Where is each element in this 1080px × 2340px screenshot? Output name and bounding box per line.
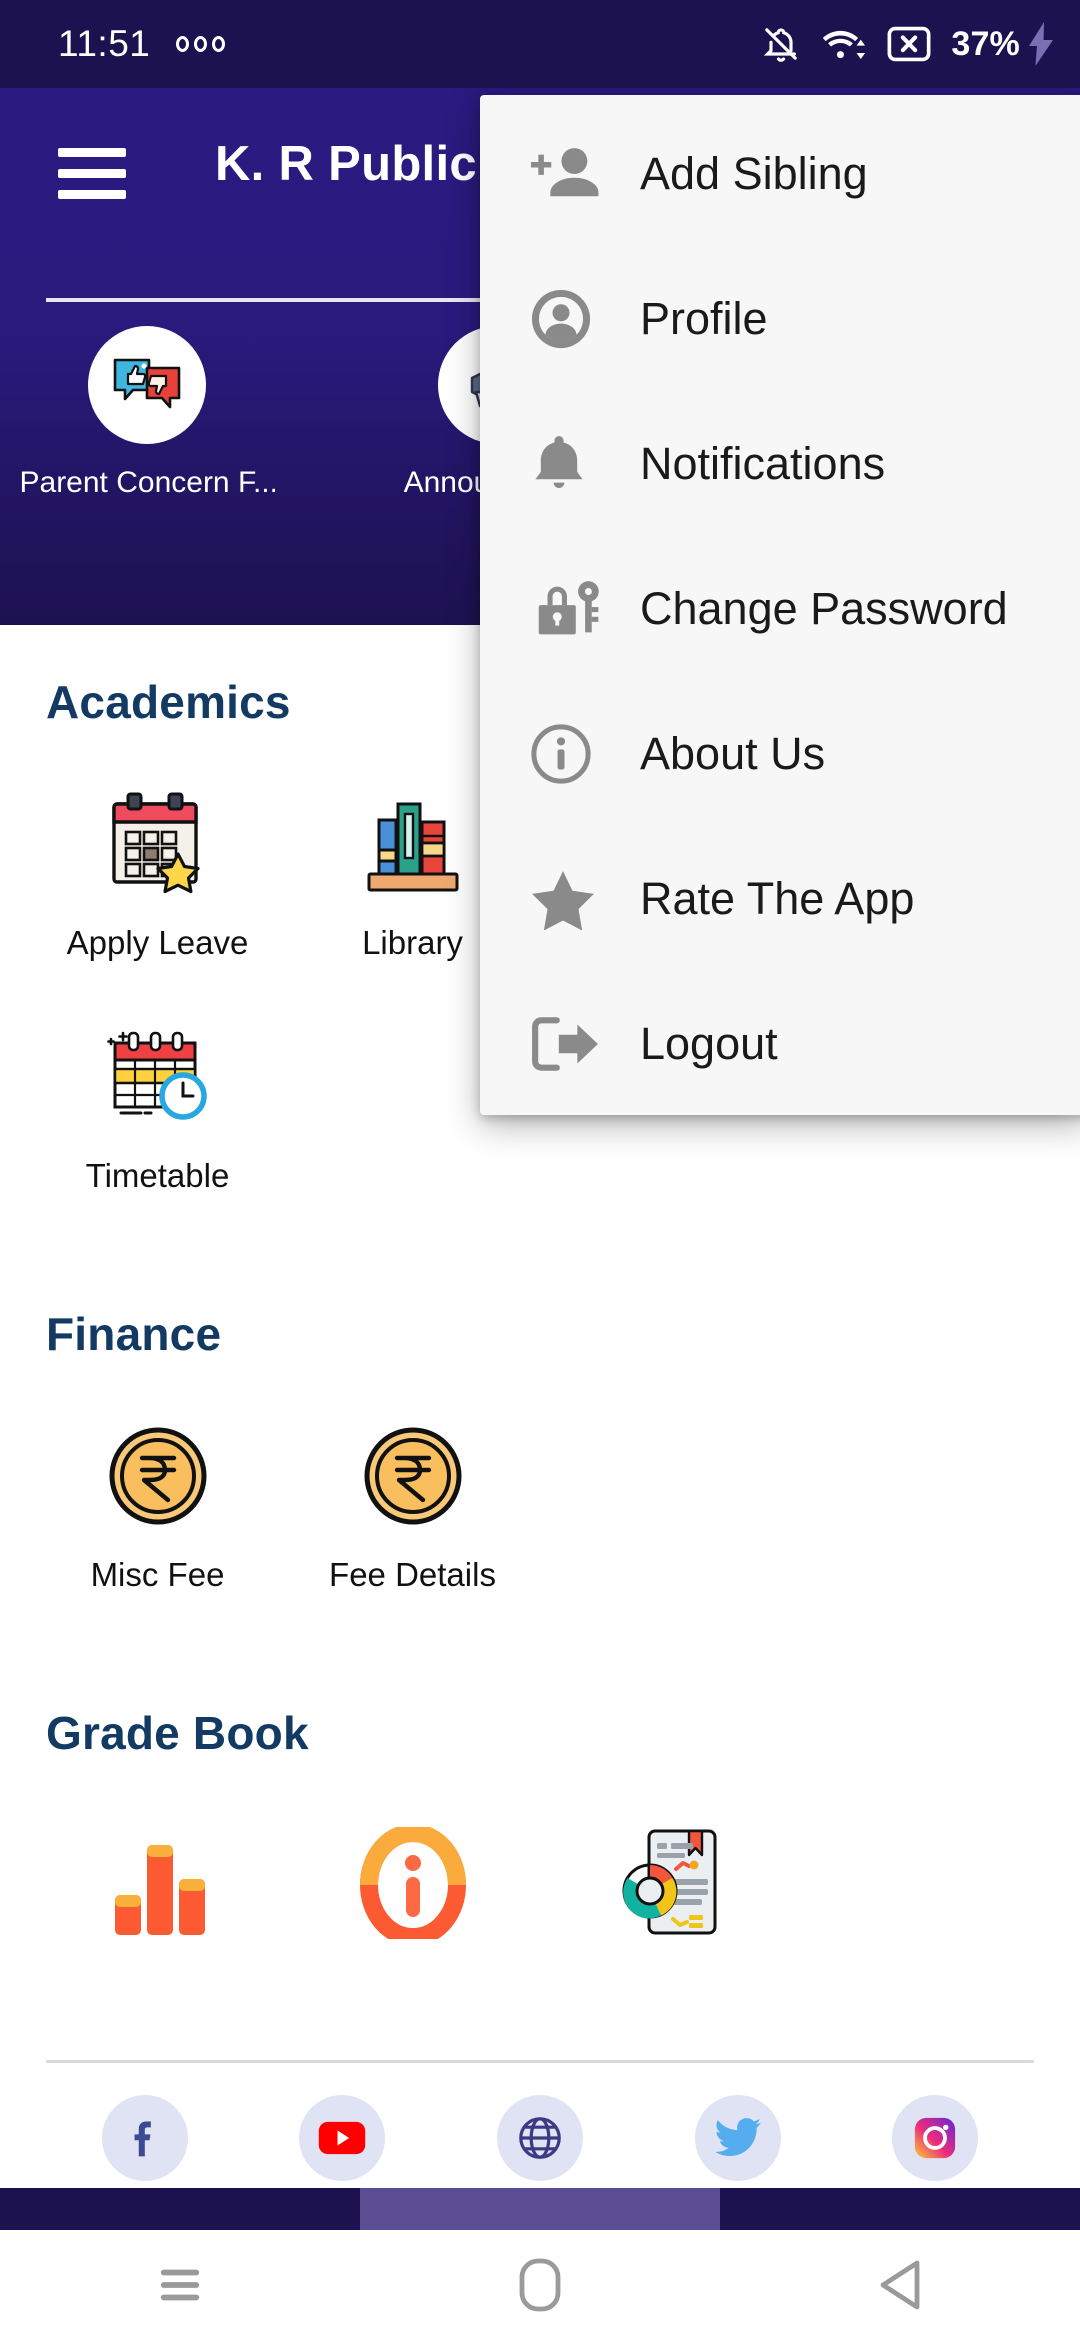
info-circle-orange-icon bbox=[353, 1823, 473, 1943]
menu-item-label: Notifications bbox=[640, 437, 886, 489]
overflow-menu: Add Sibling Profile Notifications Change… bbox=[480, 95, 1080, 1115]
calendar-clock-icon bbox=[98, 1017, 218, 1137]
grid-item-grade-report[interactable] bbox=[540, 1823, 795, 1963]
person-add-icon bbox=[530, 143, 622, 205]
info-circle-icon bbox=[530, 723, 622, 785]
home-icon[interactable] bbox=[480, 2230, 600, 2340]
star-icon bbox=[530, 868, 622, 930]
menu-item-label: Rate The App bbox=[640, 872, 915, 924]
section-title-finance: Finance bbox=[46, 1308, 222, 1360]
menu-item-label: Change Password bbox=[640, 582, 1008, 634]
charging-bolt-icon bbox=[1029, 22, 1053, 66]
rupee-coin-icon bbox=[353, 1416, 473, 1536]
status-time: 11:51 bbox=[58, 23, 151, 64]
books-shelf-icon bbox=[353, 784, 473, 904]
grid-item-fee-details[interactable]: Fee Details bbox=[285, 1416, 540, 1594]
calendar-star-icon bbox=[98, 784, 218, 904]
section-title-grade-book: Grade Book bbox=[46, 1707, 309, 1759]
youtube-icon[interactable] bbox=[299, 2095, 386, 2181]
hamburger-menu-icon[interactable] bbox=[58, 148, 126, 200]
lock-key-icon bbox=[530, 577, 622, 641]
status-icons: 37% bbox=[761, 22, 1054, 66]
grid-item-label: Misc Fee bbox=[90, 1556, 225, 1593]
rupee-coin-icon bbox=[98, 1416, 218, 1536]
phone-screen: 11:51 37% K. R Public Parent Concern F..… bbox=[0, 0, 1080, 2340]
section-grid-grade-book bbox=[0, 1768, 1080, 1963]
grid-item-apply-leave[interactable]: Apply Leave bbox=[30, 784, 285, 962]
bottom-accent-bar bbox=[0, 2188, 1080, 2230]
social-divider bbox=[46, 2060, 1034, 2063]
grid-item-label: Fee Details bbox=[329, 1556, 496, 1593]
instagram-icon[interactable] bbox=[892, 2095, 979, 2181]
grid-item-grade-chart[interactable] bbox=[30, 1823, 285, 1963]
back-icon[interactable] bbox=[840, 2230, 960, 2340]
three-dots-icon bbox=[176, 36, 226, 52]
bell-off-icon bbox=[764, 28, 798, 62]
bar-chart-icon bbox=[98, 1823, 218, 1943]
account-circle-icon bbox=[530, 288, 622, 350]
quick-tile-parent-concern[interactable]: Parent Concern F... bbox=[20, 326, 275, 500]
menu-item-add-sibling[interactable]: Add Sibling bbox=[480, 101, 1080, 246]
feedback-bubbles-icon bbox=[88, 326, 206, 444]
grid-item-label: Apply Leave bbox=[66, 924, 249, 961]
wifi-icon bbox=[823, 30, 866, 60]
grid-item-label: Library bbox=[362, 924, 463, 961]
menu-item-change-password[interactable]: Change Password bbox=[480, 536, 1080, 681]
grid-item-label: Timetable bbox=[85, 1157, 230, 1194]
report-card-donut-icon bbox=[608, 1823, 728, 1943]
section-grid-finance: Misc Fee Fee Details bbox=[0, 1361, 1080, 1594]
social-links-row bbox=[0, 2078, 1080, 2198]
menu-item-notifications[interactable]: Notifications bbox=[480, 391, 1080, 536]
logout-arrow-icon bbox=[530, 1014, 622, 1074]
bell-icon bbox=[530, 433, 622, 495]
grid-item-grade-info[interactable] bbox=[285, 1823, 540, 1963]
menu-item-label: Profile bbox=[640, 292, 768, 344]
grid-item-timetable[interactable]: Timetable bbox=[30, 1017, 285, 1195]
twitter-icon[interactable] bbox=[694, 2095, 781, 2181]
menu-item-about-us[interactable]: About Us bbox=[480, 681, 1080, 826]
menu-item-logout[interactable]: Logout bbox=[480, 971, 1080, 1116]
quick-tile-label: Parent Concern F... bbox=[19, 466, 275, 499]
system-navigation-bar bbox=[0, 2230, 1080, 2340]
globe-icon[interactable] bbox=[496, 2095, 583, 2181]
status-bar: 11:51 37% bbox=[0, 0, 1080, 88]
menu-item-label: Logout bbox=[640, 1017, 778, 1069]
menu-item-label: Add Sibling bbox=[640, 147, 868, 199]
menu-item-profile[interactable]: Profile bbox=[480, 246, 1080, 391]
facebook-icon[interactable] bbox=[101, 2095, 188, 2181]
sim-card-x-icon bbox=[887, 26, 931, 62]
menu-item-label: About Us bbox=[640, 727, 826, 779]
recents-icon[interactable] bbox=[120, 2230, 240, 2340]
battery-percentage: 37% bbox=[951, 24, 1020, 63]
menu-item-rate-the-app[interactable]: Rate The App bbox=[480, 826, 1080, 971]
grid-item-misc-fee[interactable]: Misc Fee bbox=[30, 1416, 285, 1594]
